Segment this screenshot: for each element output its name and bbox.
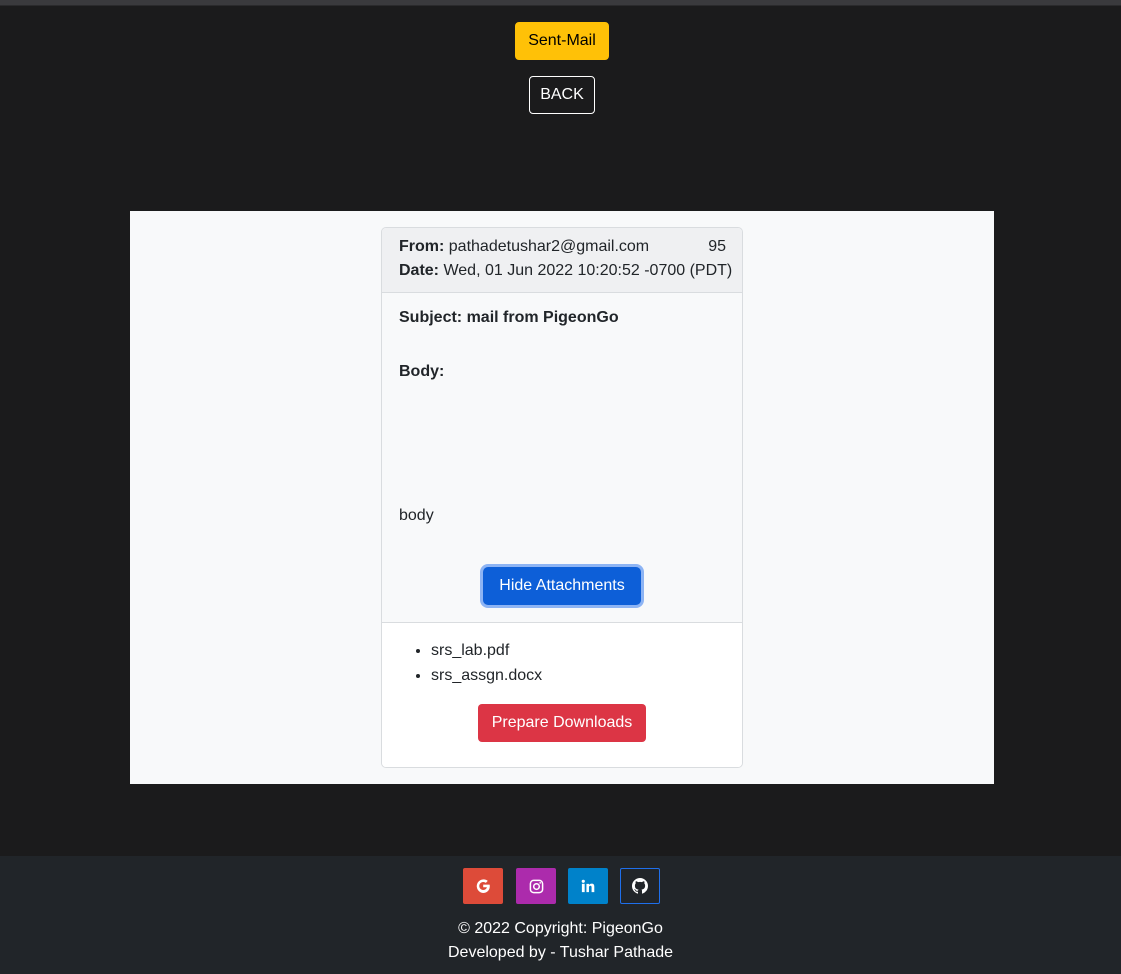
instagram-button[interactable] <box>516 868 556 904</box>
date-value: Wed, 01 Jun 2022 10:20:52 -0700 (PDT) <box>443 262 733 279</box>
github-button[interactable] <box>620 868 660 904</box>
body-label: Body: <box>399 363 445 380</box>
subject-value: mail from PigeonGo <box>466 309 619 326</box>
from-value: pathadetushar2@gmail.com <box>448 238 650 255</box>
attachments-panel: srs_lab.pdf srs_assgn.docx Prepare Downl… <box>382 622 742 767</box>
from-row: From: pathadetushar2@gmail.com <box>399 238 649 256</box>
body-text: body <box>399 507 434 524</box>
attachment-item[interactable]: srs_lab.pdf <box>431 640 542 665</box>
attachment-item[interactable]: srs_assgn.docx <box>431 665 542 690</box>
subject-row: Subject: mail from PigeonGo <box>399 309 619 327</box>
sent-mail-button[interactable]: Sent-Mail <box>515 22 609 60</box>
google-icon <box>476 879 490 893</box>
instagram-icon <box>529 879 543 893</box>
prepare-downloads-button[interactable]: Prepare Downloads <box>478 704 646 742</box>
footer: © 2022 Copyright: PigeonGo Developed by … <box>0 856 1121 974</box>
top-strip <box>0 0 1121 6</box>
mail-header: From: pathadetushar2@gmail.com 95 Date: … <box>382 228 742 293</box>
subject-label: Subject: <box>399 309 463 326</box>
github-icon <box>632 878 648 894</box>
date-row: Date: Wed, 01 Jun 2022 10:20:52 -0700 (P… <box>399 262 732 280</box>
google-button[interactable] <box>463 868 503 904</box>
linkedin-icon <box>581 879 595 893</box>
attachment-list: srs_lab.pdf srs_assgn.docx <box>431 640 542 690</box>
copyright-text: © 2022 Copyright: PigeonGo <box>458 920 663 937</box>
linkedin-button[interactable] <box>568 868 608 904</box>
from-label: From: <box>399 238 445 255</box>
back-button[interactable]: BACK <box>529 76 595 114</box>
developer-credit: Developed by - Tushar Pathade <box>447 944 674 961</box>
mail-card: From: pathadetushar2@gmail.com 95 Date: … <box>381 227 743 768</box>
main-panel: From: pathadetushar2@gmail.com 95 Date: … <box>130 211 994 784</box>
mail-number: 95 <box>708 238 726 255</box>
date-label: Date: <box>399 262 440 279</box>
hide-attachments-button[interactable]: Hide Attachments <box>483 567 641 605</box>
